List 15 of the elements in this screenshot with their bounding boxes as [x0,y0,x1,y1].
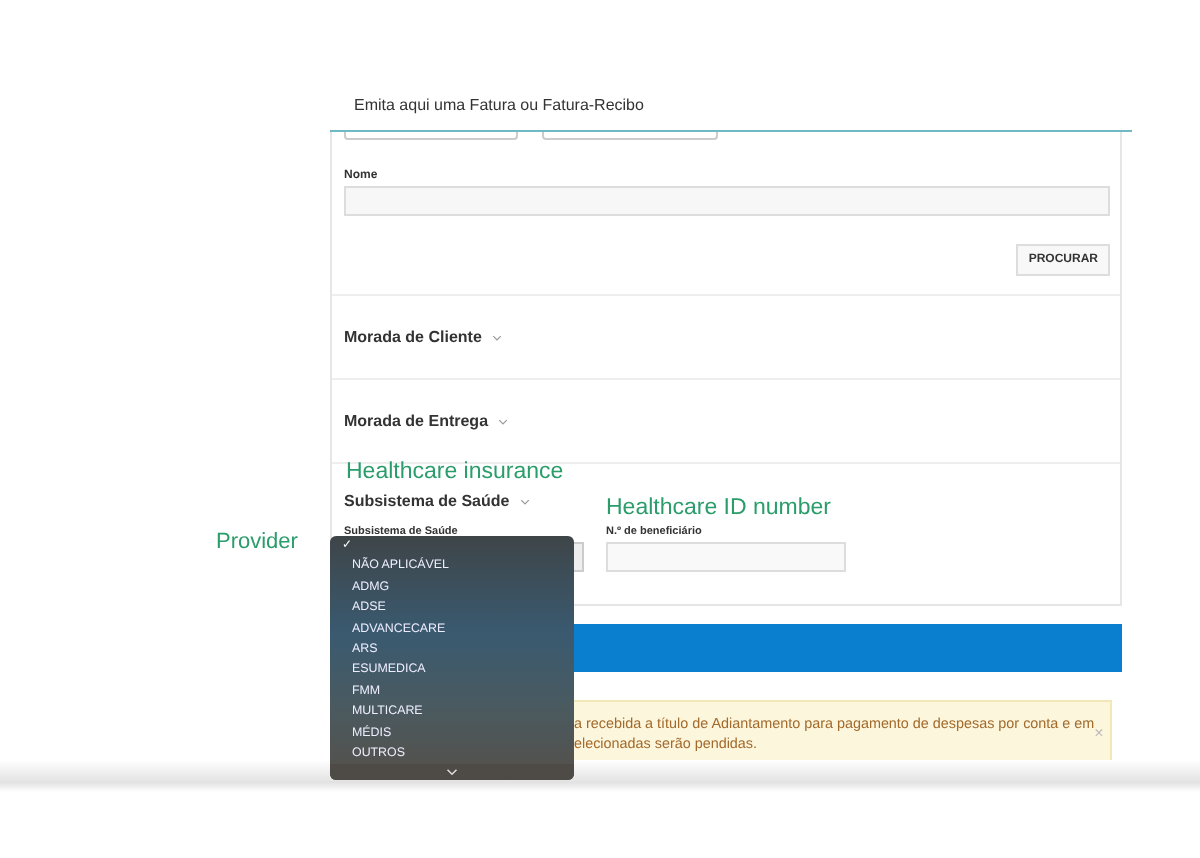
input-field[interactable] [542,132,718,140]
annotation-label: Healthcare insurance [346,460,564,484]
section-header[interactable]: Morada de Cliente [344,328,502,346]
section-header[interactable]: Subsistema de Saúde [344,492,530,510]
input-field[interactable] [606,542,846,572]
input-field[interactable] [344,132,518,140]
chevron-icon [519,497,530,505]
section-header[interactable]: Morada de Entrega [344,412,509,430]
chevron-icon [446,768,458,776]
chevron-icon [498,417,509,425]
header-title: Emita aqui uma Fatura ou Fatura-Recibo [354,96,644,114]
input-field[interactable] [344,186,1110,216]
annotation-label: Healthcare ID number [606,496,831,520]
chevron-icon [491,333,502,341]
annotation-label: Provider [216,530,298,554]
